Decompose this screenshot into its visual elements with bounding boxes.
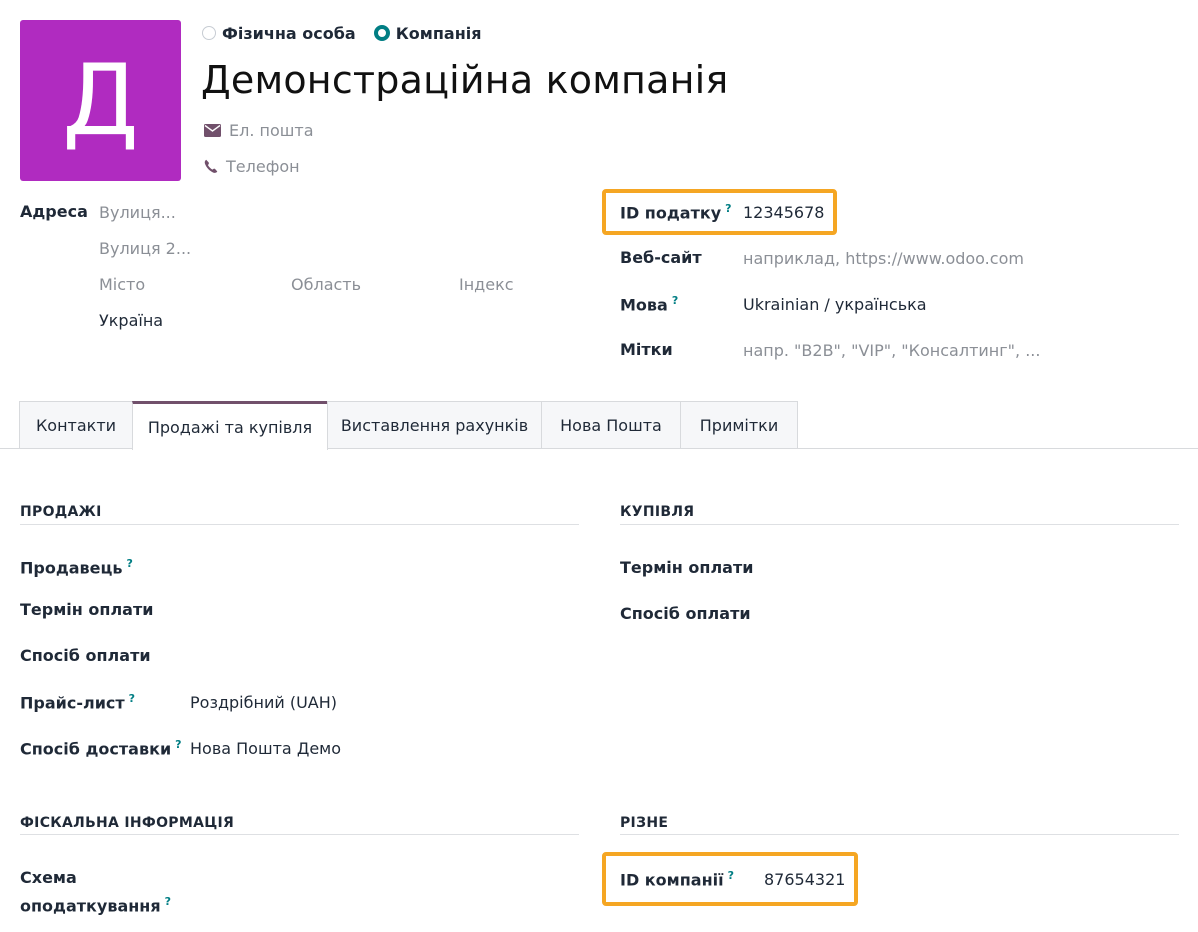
envelope-icon (204, 123, 221, 137)
sales-section-title: ПРОДАЖІ (20, 504, 102, 520)
website-label: Веб-сайт (620, 248, 702, 267)
country-input[interactable]: Україна (99, 311, 163, 330)
salesperson-label: Продавець? (20, 557, 133, 578)
phone-icon (204, 159, 218, 174)
help-icon[interactable]: ? (165, 895, 171, 908)
email-placeholder: Ел. пошта (229, 120, 314, 140)
pricelist-label: Прайс-лист? (20, 692, 136, 713)
tab-invoicing[interactable]: Виставлення рахунків (327, 401, 542, 448)
street-input[interactable]: Вулиця... (99, 203, 176, 222)
tab-notes[interactable]: Примітки (680, 401, 798, 448)
tab-sales-purchase[interactable]: Продажі та купівля (132, 401, 328, 450)
help-icon[interactable]: ? (672, 294, 678, 307)
company-id-label: ID компанії? (620, 869, 734, 890)
company-id-input[interactable]: 87654321 (764, 870, 845, 889)
language-label: Мова? (620, 294, 679, 315)
delivery-method-label: Спосіб доставки? (20, 738, 182, 759)
delivery-method-select[interactable]: Нова Пошта Демо (190, 739, 341, 758)
sales-payment-terms-label: Термін оплати (20, 600, 154, 619)
city-input[interactable]: Місто (99, 275, 145, 294)
tax-scheme-label-line2: оподаткування? (20, 895, 172, 916)
radio-company[interactable] (373, 25, 390, 41)
tags-input[interactable]: напр. "B2B", "VIP", "Консалтинг", ... (743, 341, 1040, 360)
phone-placeholder: Телефон (226, 156, 300, 176)
radio-person[interactable] (202, 26, 216, 40)
radio-person-label[interactable]: Фізична особа (222, 24, 356, 43)
sales-payment-method-label: Спосіб оплати (20, 646, 151, 665)
help-icon[interactable]: ? (127, 557, 133, 570)
radio-company-label[interactable]: Компанія (396, 24, 482, 43)
help-icon[interactable]: ? (725, 202, 731, 215)
zip-input[interactable]: Індекс (459, 275, 514, 294)
purchase-payment-terms-label: Термін оплати (620, 558, 754, 577)
company-avatar[interactable]: Д (20, 20, 181, 181)
language-select[interactable]: Ukrainian / українська (743, 295, 927, 314)
tax-id-input[interactable]: 12345678 (743, 203, 824, 222)
misc-section-rule (620, 834, 1179, 835)
purchase-section-rule (620, 524, 1179, 525)
help-icon[interactable]: ? (129, 692, 135, 705)
help-icon[interactable]: ? (175, 738, 181, 751)
tax-id-label: ID податку? (620, 202, 732, 223)
tab-nova-poshta[interactable]: Нова Пошта (541, 401, 681, 448)
pricelist-select[interactable]: Роздрібний (UAH) (190, 693, 337, 712)
sales-section-rule (20, 524, 579, 525)
purchase-payment-method-label: Спосіб оплати (620, 604, 751, 623)
tab-contacts[interactable]: Контакти (19, 401, 133, 448)
address-label: Адреса (20, 202, 88, 221)
tax-scheme-label-line1: Схема (20, 868, 77, 887)
fiscal-section-rule (20, 834, 579, 835)
misc-section-title: РІЗНЕ (620, 815, 669, 831)
email-field[interactable]: Ел. пошта (204, 119, 314, 141)
phone-field[interactable]: Телефон (204, 155, 300, 177)
company-type-radio-group: Фізична особа Компанія (202, 22, 494, 44)
fiscal-section-title: ФІСКАЛЬНА ІНФОРМАЦІЯ (20, 815, 235, 831)
state-input[interactable]: Область (291, 275, 361, 294)
tags-label: Мітки (620, 340, 673, 359)
website-input[interactable]: наприклад, https://www.odoo.com (743, 249, 1024, 268)
street2-input[interactable]: Вулиця 2... (99, 239, 191, 258)
purchase-section-title: КУПІВЛЯ (620, 504, 695, 520)
avatar-letter: Д (62, 43, 139, 158)
help-icon[interactable]: ? (728, 869, 734, 882)
company-name-input[interactable]: Демонстраційна компанія (201, 58, 728, 102)
